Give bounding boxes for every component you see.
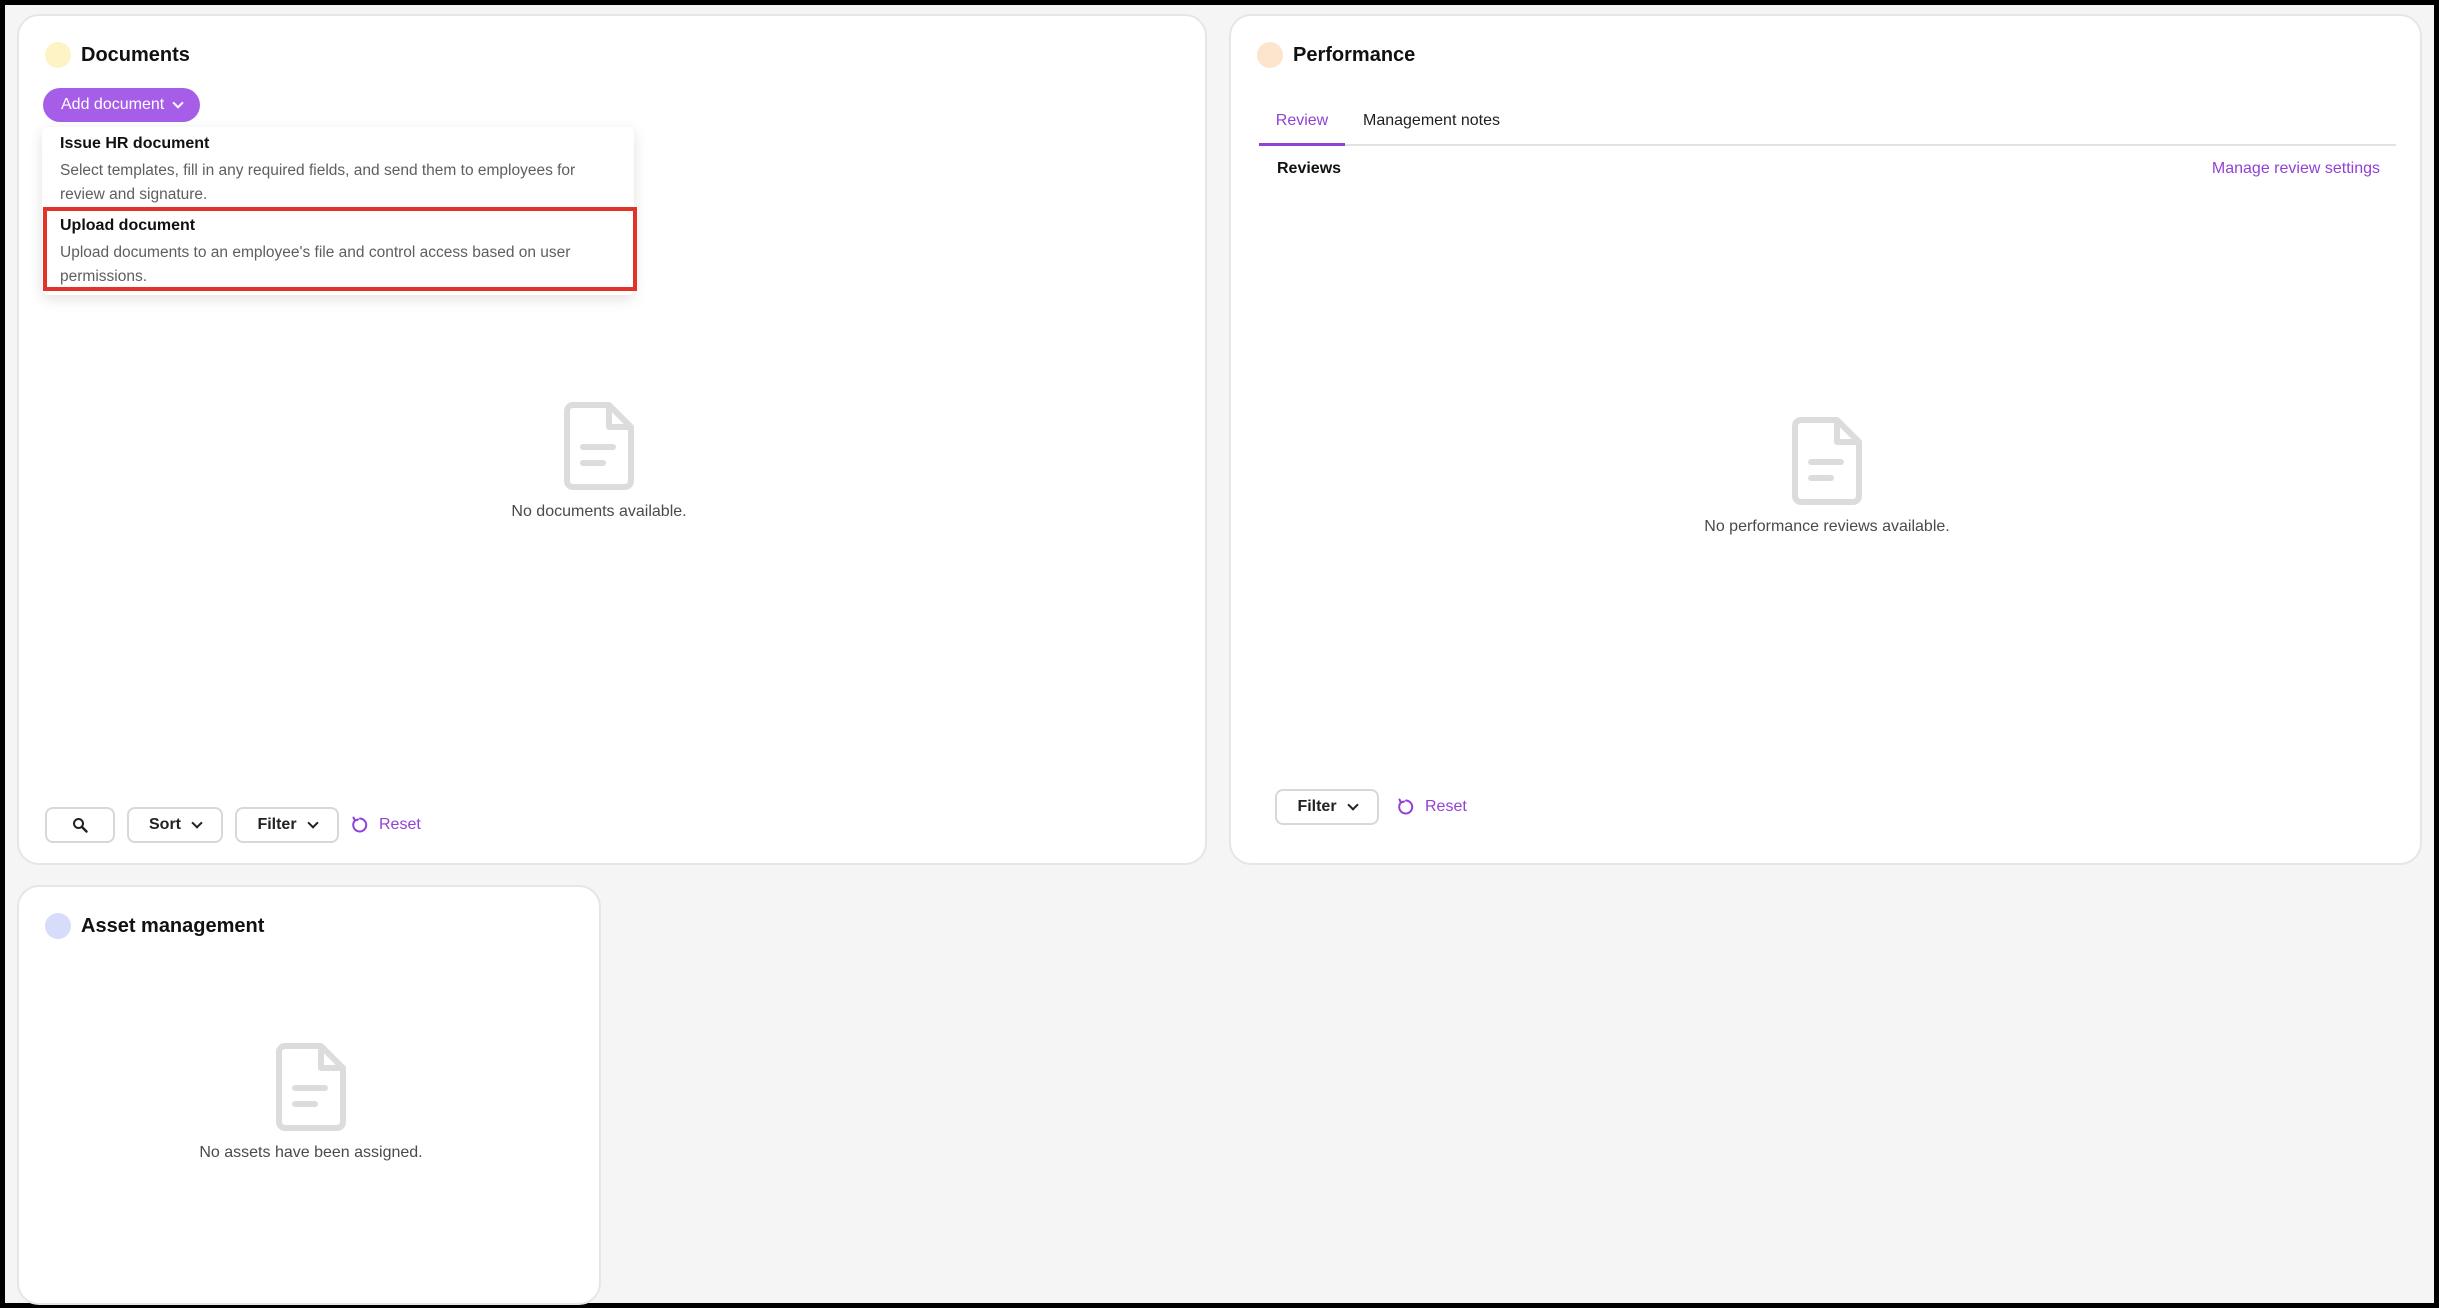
assets-title: Asset management	[81, 914, 265, 937]
documents-title: Documents	[81, 43, 190, 66]
reset-icon	[1398, 798, 1414, 815]
search-button[interactable]	[45, 807, 115, 843]
sort-label: Sort	[149, 816, 181, 833]
performance-filter-button[interactable]: Filter	[1275, 789, 1379, 825]
performance-card: Performance Review Management notes Revi…	[1229, 14, 2422, 865]
performance-reset-label: Reset	[1425, 798, 1467, 815]
performance-dot-icon	[1257, 42, 1283, 68]
documents-empty-text: No documents available.	[511, 503, 687, 520]
document-icon	[1792, 417, 1862, 505]
tab-review[interactable]: Review	[1259, 98, 1345, 146]
performance-empty-state: No performance reviews available.	[1602, 416, 2052, 536]
tab-management-notes[interactable]: Management notes	[1363, 98, 1500, 146]
reset-label: Reset	[379, 816, 421, 833]
chevron-down-icon	[191, 817, 203, 829]
search-icon	[73, 818, 88, 833]
documents-dot-icon	[45, 42, 71, 68]
add-document-menu: Issue HR document Select templates, fill…	[42, 127, 634, 295]
assets-header: Asset management	[45, 913, 264, 939]
menu-item-description: Upload documents to an employee's file a…	[60, 244, 571, 285]
assets-dot-icon	[45, 913, 71, 939]
reviews-heading: Reviews	[1277, 160, 1342, 177]
assets-empty-state: No assets have been assigned.	[111, 1042, 511, 1162]
menu-item-issue-hr-document[interactable]: Issue HR document Select templates, fill…	[42, 127, 634, 215]
sort-button[interactable]: Sort	[127, 807, 223, 843]
reset-icon	[352, 816, 368, 833]
document-icon	[564, 402, 634, 490]
assets-empty-text: No assets have been assigned.	[199, 1144, 423, 1161]
menu-item-title: Upload document	[60, 217, 196, 234]
add-document-button[interactable]: Add document	[43, 88, 201, 122]
filter-button[interactable]: Filter	[235, 807, 339, 843]
performance-empty-text: No performance reviews available.	[1704, 518, 1950, 535]
performance-reset-link[interactable]: Reset	[1397, 789, 1467, 825]
performance-title: Performance	[1293, 43, 1416, 66]
document-icon	[276, 1043, 346, 1131]
documents-header: Documents	[45, 42, 190, 68]
asset-management-card: Asset management No assets have been ass…	[17, 885, 601, 1305]
manage-review-settings-link[interactable]: Manage review settings	[2212, 160, 2380, 178]
chevron-down-icon	[172, 97, 184, 109]
menu-item-title: Issue HR document	[60, 135, 210, 152]
reset-link[interactable]: Reset	[351, 807, 421, 843]
menu-item-upload-document[interactable]: Upload document Upload documents to an e…	[42, 209, 634, 297]
performance-header: Performance	[1257, 42, 1415, 68]
page-frame: Documents Add document No documents avai…	[5, 5, 2434, 1305]
add-document-label: Add document	[61, 96, 165, 113]
performance-tabs: Review Management notes	[1259, 98, 2396, 146]
chevron-down-icon	[306, 817, 319, 829]
chevron-down-icon	[1346, 799, 1359, 811]
menu-item-description: Select templates, fill in any required f…	[60, 162, 576, 203]
performance-filter-label: Filter	[1297, 798, 1337, 815]
documents-empty-state: No documents available.	[399, 401, 799, 521]
filter-label: Filter	[257, 816, 297, 833]
